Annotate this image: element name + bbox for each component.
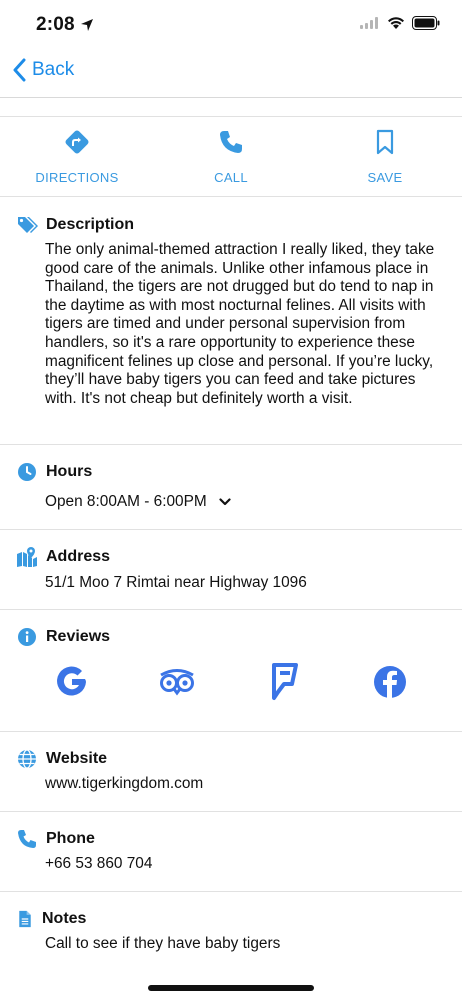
divider xyxy=(0,444,462,445)
notes-header: Notes xyxy=(16,908,86,930)
status-time: 2:08 xyxy=(36,14,75,35)
notes-title: Notes xyxy=(42,910,87,927)
tripadvisor-icon[interactable] xyxy=(157,662,197,702)
notes-text: Call to see if they have baby tigers xyxy=(45,935,281,952)
review-sources xyxy=(0,662,462,708)
website-header: Website xyxy=(16,748,107,770)
cellular-signal-icon xyxy=(360,17,378,29)
address-value: 51/1 Moo 7 Rimtai near Highway 1096 xyxy=(45,574,307,591)
wifi-icon xyxy=(388,17,404,29)
hours-title: Hours xyxy=(46,463,93,480)
divider xyxy=(0,609,462,610)
clock-icon xyxy=(18,463,36,481)
foursquare-icon[interactable] xyxy=(264,662,304,702)
facebook-icon[interactable] xyxy=(370,662,410,702)
reviews-header: Reviews xyxy=(16,626,110,648)
divider xyxy=(0,196,462,197)
phone-icon xyxy=(220,131,242,153)
divider xyxy=(0,891,462,892)
phone-number[interactable]: +66 53 860 704 xyxy=(45,855,445,874)
divider xyxy=(0,116,462,117)
battery-icon xyxy=(412,16,440,30)
website-link[interactable]: www.tigerkingdom.com xyxy=(45,775,445,794)
directions-label: DIRECTIONS xyxy=(35,170,119,185)
chevron-down-icon xyxy=(219,498,231,506)
divider xyxy=(0,529,462,530)
address-title: Address xyxy=(46,548,111,565)
phone-header: Phone xyxy=(16,828,95,850)
hours-value: Open 8:00AM - 6:00PM xyxy=(45,493,207,510)
address-header: Address xyxy=(16,546,110,568)
chevron-left-icon xyxy=(13,58,26,82)
home-indicator xyxy=(148,985,314,991)
divider xyxy=(0,811,462,812)
map-icon xyxy=(17,547,37,567)
hours-header: Hours xyxy=(16,461,92,483)
status-indicators xyxy=(360,16,440,30)
save-label: SAVE xyxy=(367,170,403,185)
directions-button[interactable]: DIRECTIONS xyxy=(22,128,132,185)
phone-title: Phone xyxy=(46,830,95,847)
call-button[interactable]: CALL xyxy=(176,128,286,185)
back-button[interactable]: Back xyxy=(12,58,74,82)
bookmark-icon xyxy=(376,129,394,155)
back-button-label: Back xyxy=(32,59,75,80)
phone-icon xyxy=(18,830,36,848)
description-text: The only animal-themed attraction I real… xyxy=(45,241,435,407)
status-bar: 2:08 xyxy=(0,0,462,50)
call-label: CALL xyxy=(214,170,248,185)
tags-icon xyxy=(18,217,38,233)
navigation-bar: Back xyxy=(0,50,462,98)
action-row: DIRECTIONS CALL SAVE xyxy=(0,128,462,194)
info-icon xyxy=(18,628,36,646)
reviews-title: Reviews xyxy=(46,628,111,645)
hours-dropdown[interactable]: Open 8:00AM - 6:00PM xyxy=(45,493,445,512)
location-arrow-icon xyxy=(81,19,93,31)
document-icon xyxy=(19,910,31,928)
description-title: Description xyxy=(46,216,135,233)
google-icon[interactable] xyxy=(52,662,92,702)
description-header: Description xyxy=(16,214,134,236)
save-button[interactable]: SAVE xyxy=(330,128,440,185)
globe-icon xyxy=(18,749,36,769)
website-title: Website xyxy=(46,750,108,767)
directions-icon xyxy=(65,130,89,154)
divider xyxy=(0,731,462,732)
